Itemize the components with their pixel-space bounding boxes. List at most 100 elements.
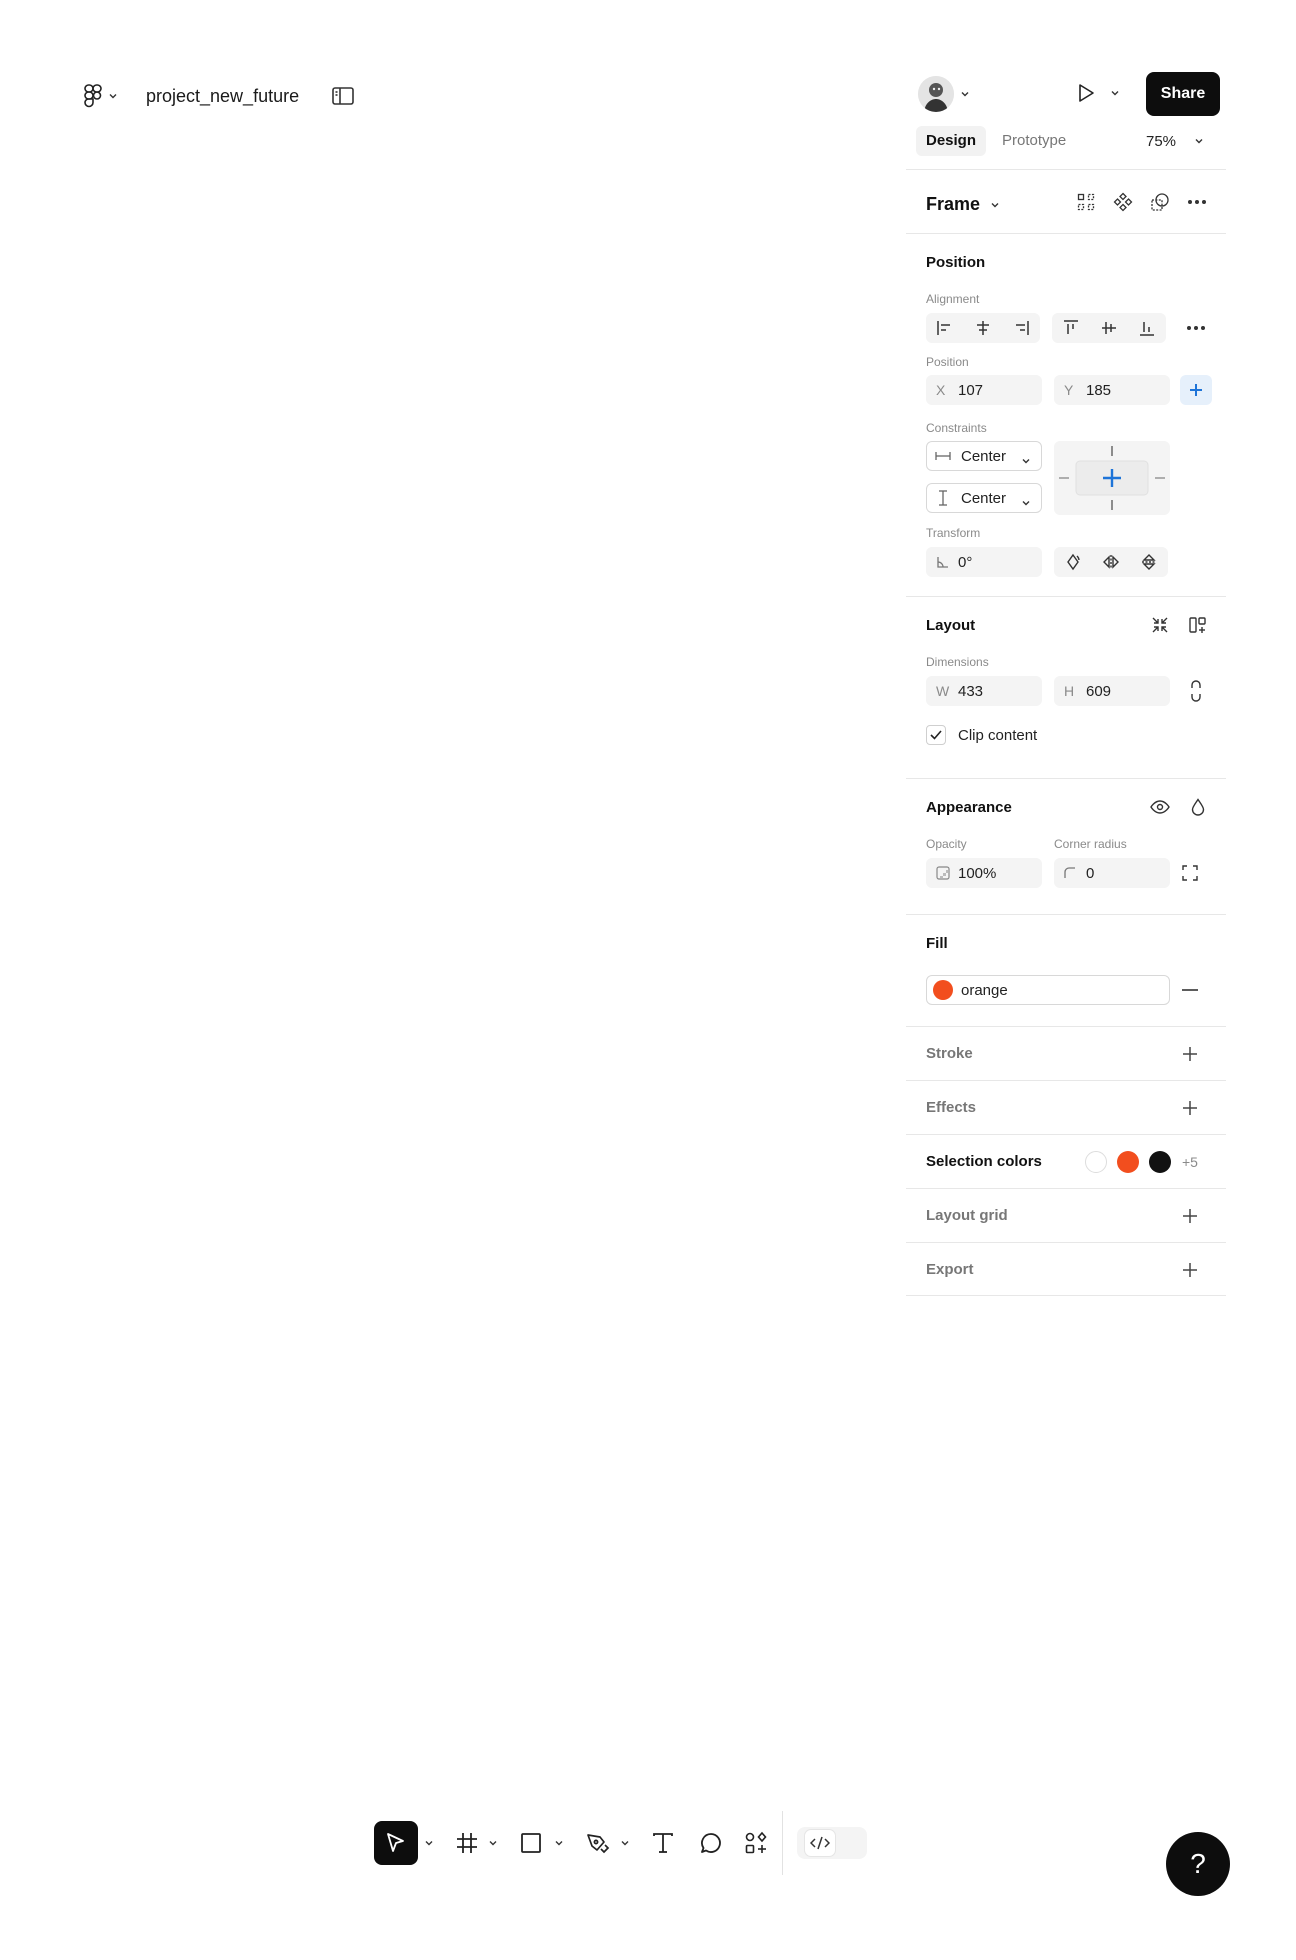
more-icon[interactable] [1183,188,1211,216]
align-top-icon[interactable] [1052,313,1090,343]
align-center-h-icon[interactable] [964,313,1002,343]
x-position-input[interactable]: X 107 [926,375,1042,405]
corner-radius-input[interactable]: 0 [1054,858,1170,888]
dev-mode-toggle[interactable] [797,1827,867,1859]
resize-to-fit-icon[interactable] [1146,611,1174,639]
y-position-input[interactable]: Y 185 [1054,375,1170,405]
selection-color-black[interactable] [1149,1151,1171,1173]
actions-tool[interactable] [744,1821,768,1865]
flip-vertical-icon[interactable] [1130,547,1168,577]
selection-colors-title: Selection colors [926,1153,1042,1170]
grid-icon[interactable] [1072,188,1100,216]
selection-colors-more[interactable]: +5 [1182,1154,1198,1170]
add-export-icon[interactable] [1176,1256,1204,1284]
tab-design[interactable]: Design [916,126,987,156]
tab-prototype[interactable]: Prototype [992,126,1076,156]
checkmark-icon [930,730,942,740]
fill-color-input[interactable]: orange [926,975,1170,1005]
frame-section: Frame [906,169,1226,233]
horizontal-align-group [926,313,1040,343]
sidebar-toggle-button[interactable] [329,82,357,110]
more-icon[interactable] [1182,314,1210,342]
present-button[interactable] [1076,82,1120,104]
export-section: Export [906,1242,1226,1296]
align-middle-v-icon[interactable] [1090,313,1128,343]
chevron-down-icon[interactable] [620,1838,630,1848]
components-plus-icon [744,1831,768,1855]
clip-content-checkbox[interactable] [926,725,946,745]
frame-type-dropdown[interactable]: Frame [926,194,1000,215]
opacity-input[interactable]: 100% [926,858,1042,888]
stroke-section: Stroke [906,1026,1226,1080]
cursor-icon [385,1832,407,1854]
add-layout-grid-icon[interactable] [1176,1202,1204,1230]
selection-color-orange[interactable] [1117,1151,1139,1173]
horizontal-constraint-icon [935,450,951,462]
height-value: 609 [1086,682,1112,700]
play-icon [1076,82,1096,104]
rotation-input[interactable]: 0° [926,547,1042,577]
independent-corners-icon[interactable] [1176,859,1204,887]
height-input[interactable]: H 609 [1054,676,1170,706]
bottom-toolbar [374,1811,867,1875]
auto-layout-icon[interactable] [1184,611,1212,639]
corner-radius-icon [1064,867,1086,879]
vertical-constraint-select[interactable]: Center [926,483,1042,513]
main-menu-button[interactable] [80,76,122,116]
chevron-down-icon[interactable] [554,1838,564,1848]
frame-actions [1072,188,1211,216]
chevron-down-icon [1110,88,1120,98]
pen-tool[interactable] [586,1821,610,1865]
file-header: project_new_future [80,76,357,116]
blend-mode-icon[interactable] [1184,793,1212,821]
eye-icon[interactable] [1146,793,1174,821]
vertical-align-group [1052,313,1166,343]
remove-fill-icon[interactable] [1176,976,1204,1004]
layout-title: Layout [926,617,976,634]
width-input[interactable]: W 433 [926,676,1042,706]
y-value: 185 [1086,381,1112,399]
add-variable-button[interactable] [1180,375,1212,405]
add-stroke-icon[interactable] [1176,1040,1204,1068]
opacity-label: Opacity [926,837,967,851]
mask-icon[interactable] [1146,188,1174,216]
add-effect-icon[interactable] [1176,1094,1204,1122]
sidebar-toggle-icon [332,87,354,105]
fill-section: Fill orange [906,914,1226,1026]
chevron-down-icon[interactable] [488,1838,498,1848]
rotate-icon[interactable] [1054,547,1092,577]
component-icon[interactable] [1109,188,1137,216]
move-tool[interactable] [374,1821,418,1865]
file-name[interactable]: project_new_future [146,86,299,107]
frame-tool[interactable] [456,1821,478,1865]
share-button[interactable]: Share [1146,72,1220,116]
panel-topbar: Share [918,72,1220,116]
chevron-down-icon [108,91,118,101]
text-tool[interactable] [652,1821,674,1865]
code-icon [810,1836,830,1850]
comment-tool[interactable] [700,1821,722,1865]
plus-icon [1189,383,1203,397]
fill-swatch[interactable] [933,980,953,1000]
align-left-icon[interactable] [926,313,964,343]
fill-name: orange [961,981,1008,999]
rectangle-tool[interactable] [520,1821,542,1865]
transform-label: Transform [926,526,981,540]
clip-content-label: Clip content [958,727,1038,744]
selection-color-white[interactable] [1085,1151,1107,1173]
dev-mode-knob [805,1830,835,1856]
align-bottom-icon[interactable] [1128,313,1166,343]
dimensions-label: Dimensions [926,655,989,669]
text-icon [652,1832,674,1854]
zoom-dropdown[interactable]: 75% [1146,126,1204,156]
layout-actions [1146,611,1212,639]
flip-horizontal-icon[interactable] [1092,547,1130,577]
align-right-icon[interactable] [1002,313,1040,343]
chevron-down-icon[interactable] [424,1838,434,1848]
frame-title: Frame [926,194,981,214]
constrain-proportions-icon[interactable] [1182,677,1210,705]
user-menu[interactable] [918,76,970,112]
horizontal-constraint-select[interactable]: Center [926,441,1042,471]
constraints-widget[interactable] [1054,441,1170,515]
help-button[interactable]: ? [1166,1832,1230,1896]
